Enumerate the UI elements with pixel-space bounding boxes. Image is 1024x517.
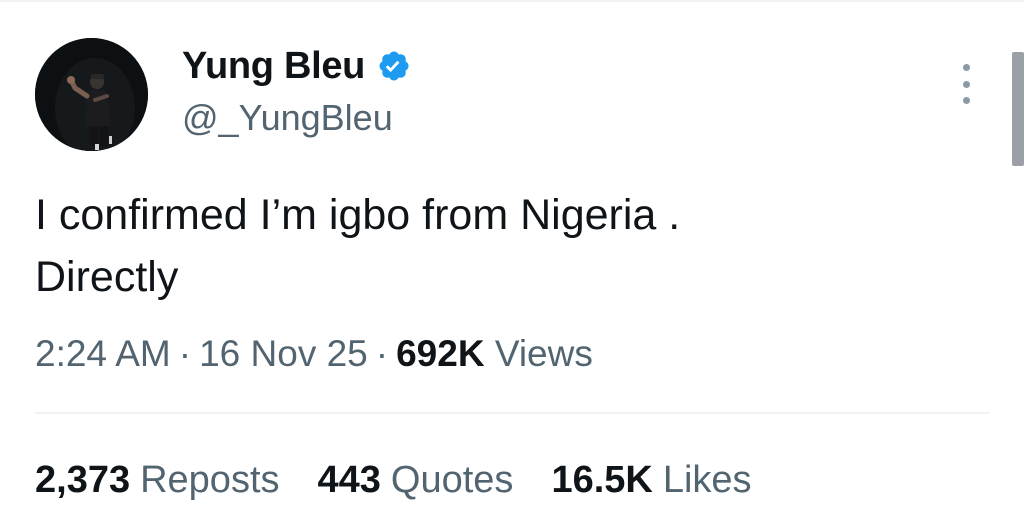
likes-count: 16.5K — [551, 459, 653, 501]
user-handle[interactable]: @_YungBleu — [182, 96, 393, 140]
stats-divider — [35, 412, 990, 414]
quotes-label: Quotes — [390, 459, 514, 501]
more-options-icon[interactable] — [955, 64, 977, 104]
meta-separator: · — [178, 333, 192, 374]
scrollbar[interactable] — [1012, 52, 1024, 166]
quotes-count: 443 — [317, 459, 381, 501]
display-name[interactable]: Yung Bleu — [182, 42, 365, 90]
author-name-row[interactable]: Yung Bleu — [182, 42, 411, 90]
tweet-meta: 2:24 AM · 16 Nov 25 · 692K Views — [35, 330, 593, 378]
likes-stat[interactable]: 16.5K Likes — [551, 456, 751, 504]
tweet-time[interactable]: 2:24 AM — [35, 333, 171, 374]
meta-separator: · — [375, 333, 389, 374]
views-label[interactable]: Views — [495, 333, 593, 374]
verified-badge-icon — [377, 49, 411, 83]
views-count[interactable]: 692K — [396, 333, 484, 374]
avatar[interactable] — [35, 38, 148, 151]
reposts-stat[interactable]: 2,373 Reposts — [35, 456, 280, 504]
engagement-stats: 2,373 Reposts 443 Quotes 16.5K Likes — [35, 456, 790, 504]
reposts-label: Reposts — [140, 459, 280, 501]
tweet-text: I confirmed I’m igbo from Nigeria . Dire… — [35, 191, 681, 301]
tweet-date[interactable]: 16 Nov 25 — [199, 333, 368, 374]
reposts-count: 2,373 — [35, 459, 131, 501]
quotes-stat[interactable]: 443 Quotes — [318, 456, 514, 504]
likes-label: Likes — [662, 459, 752, 501]
top-divider — [0, 0, 1024, 2]
